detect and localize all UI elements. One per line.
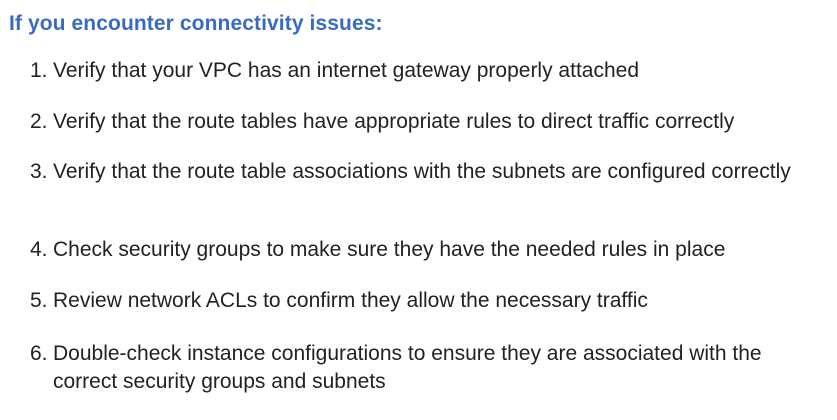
step-text: Double-check instance configurations to …: [53, 342, 762, 393]
step-text: Verify that the route tables have approp…: [53, 110, 735, 133]
troubleshooting-section: If you encounter connectivity issues: 1.…: [0, 0, 837, 420]
step-number: 2.: [30, 110, 48, 133]
step-number: 1.: [30, 59, 48, 82]
section-heading: If you encounter connectivity issues:: [9, 12, 383, 35]
step-number: 5.: [30, 289, 48, 312]
step-number: 4.: [30, 238, 48, 261]
step-text: Verify that the route table associations…: [53, 160, 791, 183]
step-text: Review network ACLs to confirm they allo…: [53, 289, 648, 312]
step-number: 3.: [30, 160, 48, 183]
step-text: Verify that your VPC has an internet gat…: [53, 59, 640, 82]
step-number: 6.: [30, 342, 48, 365]
step-text: Check security groups to make sure they …: [53, 238, 726, 261]
